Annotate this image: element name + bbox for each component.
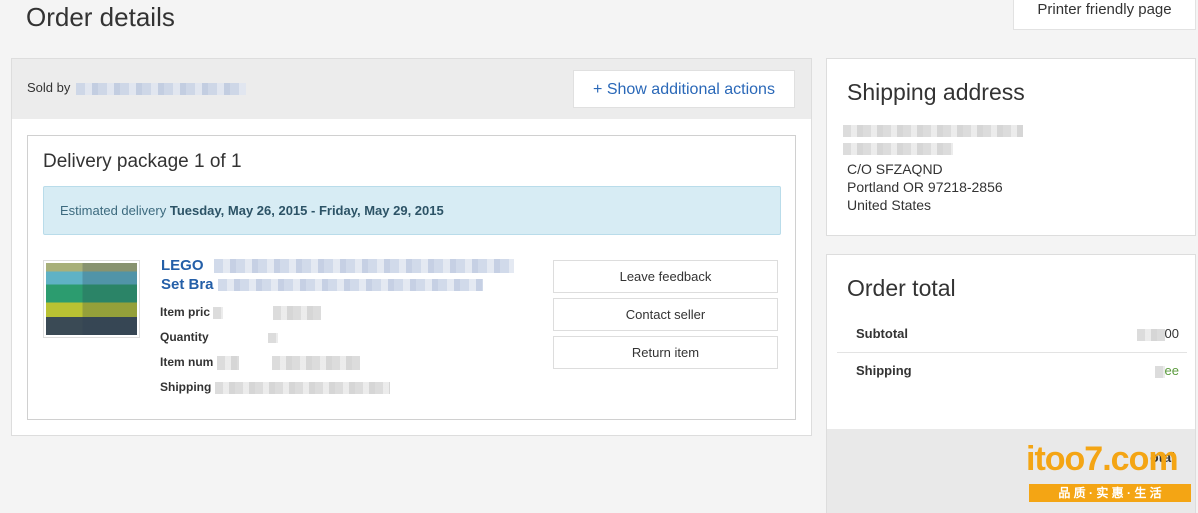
item-number-row: Item num <box>160 353 390 378</box>
item-title-line2: Set Bra <box>161 276 214 293</box>
quantity-label: Quantity <box>160 330 209 344</box>
order-total-title: Order total <box>847 275 956 301</box>
item-title-redacted <box>213 259 514 274</box>
item-price-value <box>272 305 321 320</box>
contact-seller-button[interactable]: Contact seller <box>553 298 778 331</box>
shipping-cost-label: Shipping <box>856 363 912 378</box>
shipping-label: Shipping <box>160 380 212 394</box>
page-title: Order details <box>26 2 175 32</box>
shipping-row: Shipping <box>160 378 390 403</box>
package-title: Delivery package 1 of 1 <box>43 151 242 172</box>
printer-friendly-button[interactable]: Printer friendly page <box>1013 0 1196 30</box>
item-number-label: Item num <box>160 355 214 369</box>
address-line-3: United States <box>847 197 932 213</box>
item-thumbnail[interactable] <box>43 260 140 338</box>
watermark-tagline: 品 质 · 实 惠 · 生 活 <box>1029 484 1191 502</box>
recipient-name-redacted <box>843 125 1023 137</box>
subtotal-row: Subtotal 00 <box>837 316 1187 352</box>
item-image <box>46 263 137 335</box>
address-line-1: C/O SFZAQND <box>847 161 943 177</box>
estimated-delivery: Estimated delivery Tuesday, May 26, 2015… <box>43 186 781 235</box>
quantity-row: Quantity <box>160 328 390 353</box>
item-title-link[interactable]: LEGO Set Bra <box>161 256 514 294</box>
watermark-brand: itoo7.com <box>1026 440 1179 478</box>
leave-feedback-button[interactable]: Leave feedback <box>553 260 778 293</box>
street-redacted <box>843 143 953 155</box>
estimate-dates: Tuesday, May 26, 2015 - Friday, May 29, … <box>169 203 444 218</box>
watermark-logo: itoo7.com 品 质 · 实 惠 · 生 活 <box>1026 440 1194 504</box>
address-line-2: Portland OR 97218-2856 <box>847 179 1003 195</box>
sold-by: Sold by <box>27 80 246 95</box>
item-price-row: Item pric <box>160 303 390 328</box>
estimate-label: Estimated delivery <box>60 203 167 218</box>
shipping-value <box>214 381 390 394</box>
item-details: Item pric Quantity Item num Shipping <box>160 303 390 403</box>
show-additional-actions-button[interactable]: + Show additional actions <box>573 70 795 108</box>
shipping-cost-row: Shipping ee <box>837 353 1187 389</box>
sold-by-label: Sold by <box>27 80 71 95</box>
subtotal-value: 00 <box>1136 326 1179 341</box>
delivery-package: Delivery package 1 of 1 Estimated delive… <box>27 135 796 420</box>
seller-header: Sold by + Show additional actions <box>12 59 811 119</box>
subtotal-label: Subtotal <box>856 326 908 341</box>
item-number-value <box>272 355 361 370</box>
order-panel: Sold by + Show additional actions Delive… <box>11 58 812 436</box>
seller-name-redacted[interactable] <box>76 82 246 95</box>
shipping-address-title: Shipping address <box>847 79 1025 105</box>
quantity-value <box>268 332 279 343</box>
item-title-line1: LEGO <box>161 257 204 274</box>
shipping-address-card: Shipping address C/O SFZAQND Portland OR… <box>826 58 1196 236</box>
shipping-cost-value: ee <box>1154 363 1179 378</box>
item-title-redacted-2 <box>217 279 483 292</box>
item-price-label: Item pric <box>160 305 211 319</box>
return-item-button[interactable]: Return item <box>553 336 778 369</box>
